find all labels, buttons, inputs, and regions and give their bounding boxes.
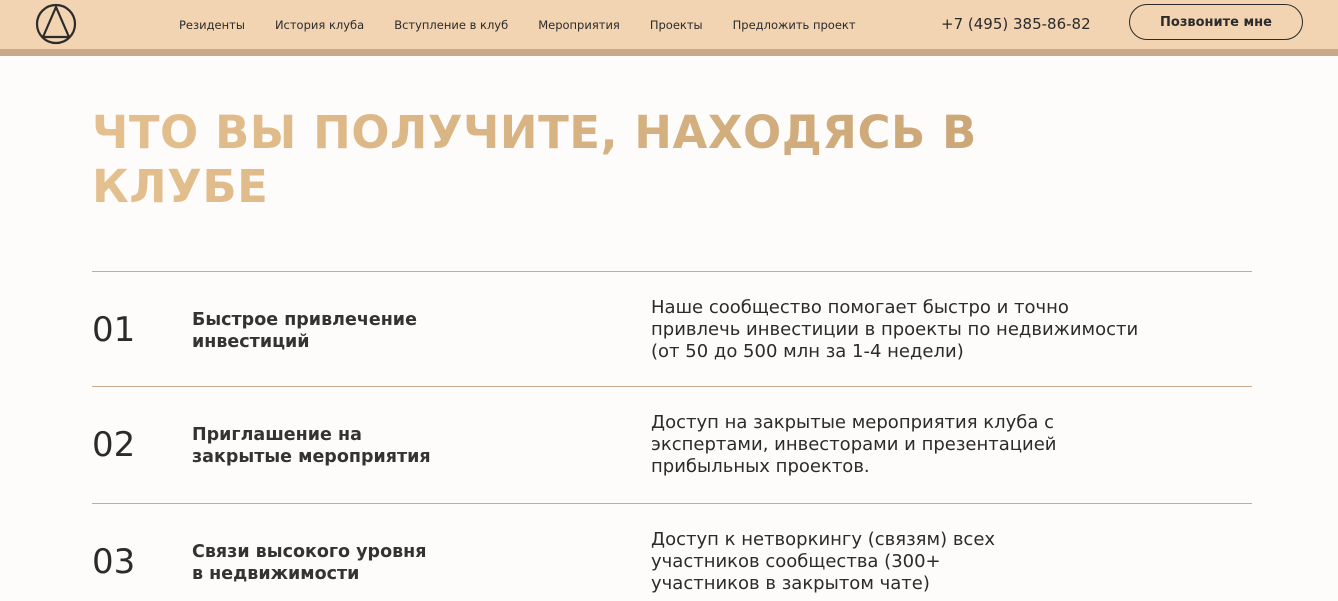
call-me-button[interactable]: Позвоните мне xyxy=(1129,4,1303,40)
page-title: ЧТО ВЫ ПОЛУЧИТЕ, НАХОДЯСЬ В КЛУБЕ xyxy=(92,106,1072,214)
benefit-description: Доступ к нетворкингу (связям) всех участ… xyxy=(651,529,1211,595)
benefit-description-line: участников сообщества (300+ xyxy=(651,551,941,572)
benefit-title-line: в недвижимости xyxy=(192,564,360,584)
benefit-description-line: Наше сообщество помогает быстро и точно xyxy=(651,297,1069,318)
benefit-description: Наше сообщество помогает быстро и точно … xyxy=(651,297,1211,363)
divider xyxy=(92,271,1252,272)
benefit-title-line: Быстрое привлечение xyxy=(192,310,417,330)
benefit-description-line: привлечь инвестиции в проекты по недвижи… xyxy=(651,319,1139,340)
benefit-title-line: закрытые мероприятия xyxy=(192,447,431,467)
nav-item-events[interactable]: Мероприятия xyxy=(538,18,620,32)
triangle-in-circle-logo-icon[interactable] xyxy=(35,3,77,45)
benefit-title: Связи высокого уровня в недвижимости xyxy=(192,541,482,585)
benefit-description-line: прибыльных проектов. xyxy=(651,456,870,477)
divider xyxy=(92,386,1252,387)
page-title-line-2: КЛУБЕ xyxy=(92,160,269,213)
divider xyxy=(92,503,1252,504)
benefit-title-line: Приглашение на xyxy=(192,425,362,445)
benefit-description-line: участников в закрытом чате) xyxy=(651,573,930,594)
site-header: Резиденты История клуба Вступление в клу… xyxy=(0,0,1338,56)
benefit-description-line: Доступ на закрытые мероприятия клуба с xyxy=(651,412,1055,433)
benefit-title-line: инвестиций xyxy=(192,332,310,352)
benefit-number: 03 xyxy=(92,542,136,582)
benefit-description: Доступ на закрытые мероприятия клуба с э… xyxy=(651,412,1211,478)
benefit-description-line: (от 50 до 500 млн за 1-4 недели) xyxy=(651,341,964,362)
benefit-number: 01 xyxy=(92,310,136,350)
phone-number-link[interactable]: +7 (495) 385-86-82 xyxy=(941,0,1091,49)
benefit-title: Приглашение на закрытые мероприятия xyxy=(192,424,482,468)
benefit-number: 02 xyxy=(92,425,136,465)
benefit-title: Быстрое привлечение инвестиций xyxy=(192,309,482,353)
benefit-description-line: Доступ к нетворкингу (связям) всех xyxy=(651,529,996,550)
main-nav: Резиденты История клуба Вступление в клу… xyxy=(179,0,886,49)
benefit-description-line: экспертами, инвесторами и презентацией xyxy=(651,434,1057,455)
nav-item-joining[interactable]: Вступление в клуб xyxy=(394,18,508,32)
nav-item-propose-project[interactable]: Предложить проект xyxy=(733,18,856,32)
benefit-title-line: Связи высокого уровня xyxy=(192,542,427,562)
page-title-line-1: ЧТО ВЫ ПОЛУЧИТЕ, НАХОДЯСЬ В xyxy=(92,106,977,159)
nav-item-club-history[interactable]: История клуба xyxy=(275,18,364,32)
nav-item-projects[interactable]: Проекты xyxy=(650,18,703,32)
nav-item-residents[interactable]: Резиденты xyxy=(179,18,245,32)
